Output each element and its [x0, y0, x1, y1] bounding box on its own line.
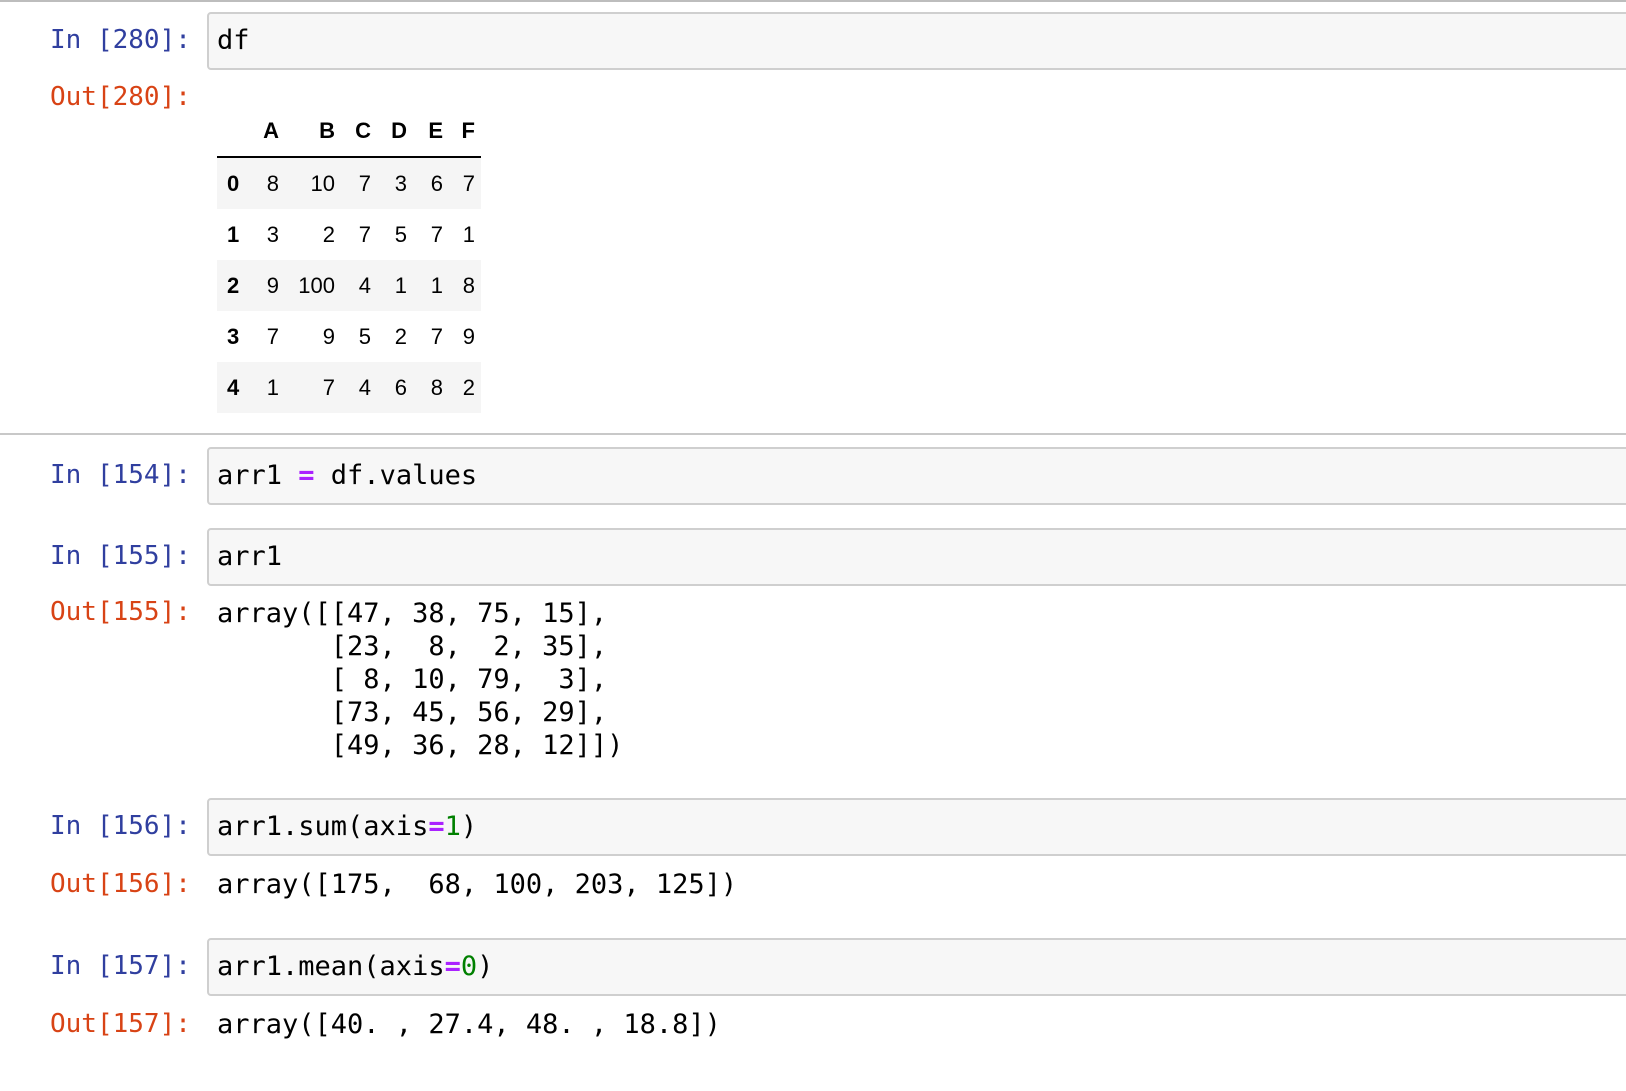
column-header — [217, 106, 249, 158]
output-line: [73, 45, 56, 29], — [217, 697, 608, 728]
output-array-157: array([40. , 27.4, 48. , 18.8]) — [217, 1009, 721, 1040]
column-header: B — [285, 106, 341, 158]
out-prompt-157: Out[157]: — [50, 1009, 191, 1039]
top-border — [0, 0, 1626, 2]
notebook: In [280]: df Out[280]: A B C D E F 0 8 1… — [0, 0, 1626, 1091]
table-row: 0 8 10 7 3 6 7 — [217, 157, 481, 209]
code-input-157[interactable]: arr1.mean(axis=0) — [207, 938, 1626, 996]
table-cell: 8 — [430, 374, 443, 400]
code-token: arr1 — [217, 460, 299, 491]
table-header-row: A B C D E F — [217, 106, 481, 158]
output-array-155: array([[47, 38, 75, 15], [23, 8, 2, 35],… — [217, 597, 623, 762]
table-cell: 6 — [394, 374, 407, 400]
column-header: E — [413, 106, 449, 158]
dataframe-table: A B C D E F 0 8 10 7 3 6 7 1 3 2 7 5 7 1… — [217, 106, 481, 413]
table-cell: 5 — [394, 221, 407, 247]
table-cell: 2 — [462, 374, 475, 400]
number-token: 0 — [460, 951, 478, 982]
code-token: ) — [477, 951, 494, 982]
row-index: 4 — [227, 374, 240, 400]
output-line: array([[47, 38, 75, 15], — [217, 598, 608, 629]
table-cell: 8 — [266, 170, 279, 196]
out-prompt-280: Out[280]: — [50, 82, 191, 112]
in-prompt-156: In [156]: — [50, 811, 191, 841]
operator-token: = — [444, 951, 461, 982]
table-cell: 4 — [358, 272, 371, 298]
code-token: arr1.sum(axis — [217, 811, 429, 842]
table-cell: 10 — [310, 170, 335, 196]
number-token: 1 — [444, 811, 461, 842]
table-cell: 9 — [462, 323, 475, 349]
in-prompt-280: In [280]: — [50, 25, 191, 55]
table-cell: 7 — [430, 323, 443, 349]
code-text: arr1.sum(axis=1) — [217, 812, 477, 842]
row-index: 1 — [227, 221, 240, 247]
table-cell: 7 — [462, 170, 475, 196]
table-cell: 1 — [430, 272, 443, 298]
code-token: df.values — [314, 460, 478, 491]
table-cell: 7 — [430, 221, 443, 247]
code-text: arr1 = df.values — [217, 461, 477, 491]
in-prompt-154: In [154]: — [50, 460, 191, 490]
table-cell: 1 — [266, 374, 279, 400]
table-row: 4 1 7 4 6 8 2 — [217, 362, 481, 413]
row-index: 0 — [227, 170, 240, 196]
table-cell: 9 — [322, 323, 335, 349]
code-input-155[interactable]: arr1 — [207, 528, 1626, 586]
output-line: [23, 8, 2, 35], — [217, 631, 608, 662]
operator-token: = — [298, 460, 315, 491]
column-header: D — [377, 106, 413, 158]
in-prompt-155: In [155]: — [50, 541, 191, 571]
out-prompt-156: Out[156]: — [50, 869, 191, 899]
column-header: F — [449, 106, 481, 158]
column-header: A — [249, 106, 285, 158]
table-cell: 7 — [322, 374, 335, 400]
table-cell: 8 — [462, 272, 475, 298]
table-row: 1 3 2 7 5 7 1 — [217, 209, 481, 260]
code-text: arr1.mean(axis=0) — [217, 952, 493, 982]
table-cell: 5 — [358, 323, 371, 349]
code-text: arr1 — [217, 541, 283, 572]
table-cell: 9 — [266, 272, 279, 298]
table-cell: 2 — [322, 221, 335, 247]
output-line: [ 8, 10, 79, 3], — [217, 664, 608, 695]
output-line: [49, 36, 28, 12]]) — [217, 730, 624, 761]
operator-token: = — [428, 811, 445, 842]
column-header: C — [341, 106, 377, 158]
row-index: 3 — [227, 323, 240, 349]
code-token: ) — [460, 811, 478, 842]
table-cell: 6 — [430, 170, 443, 196]
code-input-156[interactable]: arr1.sum(axis=1) — [207, 798, 1626, 856]
output-array-156: array([175, 68, 100, 203, 125]) — [217, 869, 738, 900]
code-text: df — [217, 25, 250, 56]
table-cell: 7 — [266, 323, 279, 349]
table-cell: 3 — [394, 170, 407, 196]
cell-divider — [0, 433, 1626, 435]
in-prompt-157: In [157]: — [50, 951, 191, 981]
row-index: 2 — [227, 272, 240, 298]
table-cell: 1 — [462, 221, 475, 247]
code-token: arr1.mean(axis — [217, 951, 445, 982]
table-cell: 1 — [394, 272, 407, 298]
code-input-280[interactable]: df — [207, 12, 1626, 70]
table-cell: 7 — [358, 221, 371, 247]
table-cell: 4 — [358, 374, 371, 400]
table-cell: 2 — [394, 323, 407, 349]
code-input-154[interactable]: arr1 = df.values — [207, 447, 1626, 505]
table-cell: 100 — [298, 272, 335, 298]
table-row: 2 9 100 4 1 1 8 — [217, 260, 481, 311]
table-row: 3 7 9 5 2 7 9 — [217, 311, 481, 362]
table-cell: 3 — [266, 221, 279, 247]
table-cell: 7 — [358, 170, 371, 196]
out-prompt-155: Out[155]: — [50, 597, 191, 627]
